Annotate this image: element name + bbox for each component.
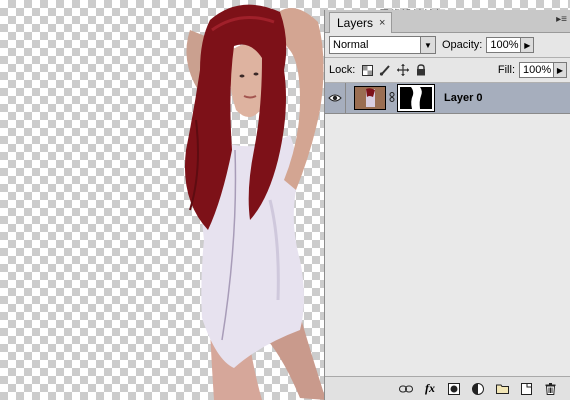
trash-icon[interactable] [543, 382, 557, 396]
lock-all-icon[interactable] [415, 64, 427, 76]
panel-tabbar: Layers × ▸≡ [325, 10, 570, 33]
tab-layers-label: Layers [337, 16, 374, 30]
fill-label: Fill: [497, 64, 515, 76]
tab-layers[interactable]: Layers × [329, 12, 393, 33]
layer-thumbnail[interactable] [354, 86, 386, 110]
opacity-slider-button[interactable]: ▶ [521, 37, 535, 53]
visibility-eye-icon[interactable] [325, 83, 346, 113]
blend-opacity-row: Normal ▼ Opacity: 100% ▶ [329, 35, 567, 55]
fx-icon[interactable]: fx [423, 381, 437, 396]
chevron-down-icon[interactable]: ▼ [420, 37, 435, 53]
opacity-input[interactable]: 100% [486, 37, 522, 53]
opacity-label: Opacity: [442, 39, 483, 51]
adjustment-layer-icon[interactable] [471, 382, 485, 396]
add-mask-icon[interactable] [447, 382, 461, 396]
layers-panel: Layers × ▸≡ Normal ▼ Opacity: 100% ▶ Loc… [324, 10, 570, 400]
layer-name: Layer 0 [444, 92, 483, 104]
lock-fill-row: Lock: Fill: 100% ▶ [329, 60, 567, 80]
new-group-icon[interactable] [495, 382, 509, 396]
lock-label: Lock: [329, 64, 356, 76]
panel-bottom-toolbar: fx [325, 376, 570, 400]
new-layer-icon[interactable] [519, 382, 533, 396]
fill-slider-button[interactable]: ▶ [554, 62, 567, 78]
blend-mode-value: Normal [333, 39, 369, 51]
fill-input[interactable]: 100% [519, 62, 554, 78]
layer-row[interactable]: Layer 0 [325, 83, 570, 114]
mask-link-icon[interactable] [386, 91, 398, 105]
link-layers-icon[interactable] [399, 382, 413, 396]
blend-mode-select[interactable]: Normal ▼ [329, 36, 436, 54]
panel-menu-icon[interactable]: ▸≡ [556, 14, 567, 25]
layers-list: Layer 0 [325, 83, 570, 376]
lock-brush-icon[interactable] [379, 64, 391, 76]
lock-transparent-icon[interactable] [361, 64, 373, 76]
woman-figure-image [184, 4, 326, 400]
layer-mask-thumbnail[interactable] [397, 84, 435, 112]
lock-move-icon[interactable] [397, 64, 410, 76]
close-icon[interactable]: × [379, 17, 385, 29]
divider [325, 57, 570, 58]
